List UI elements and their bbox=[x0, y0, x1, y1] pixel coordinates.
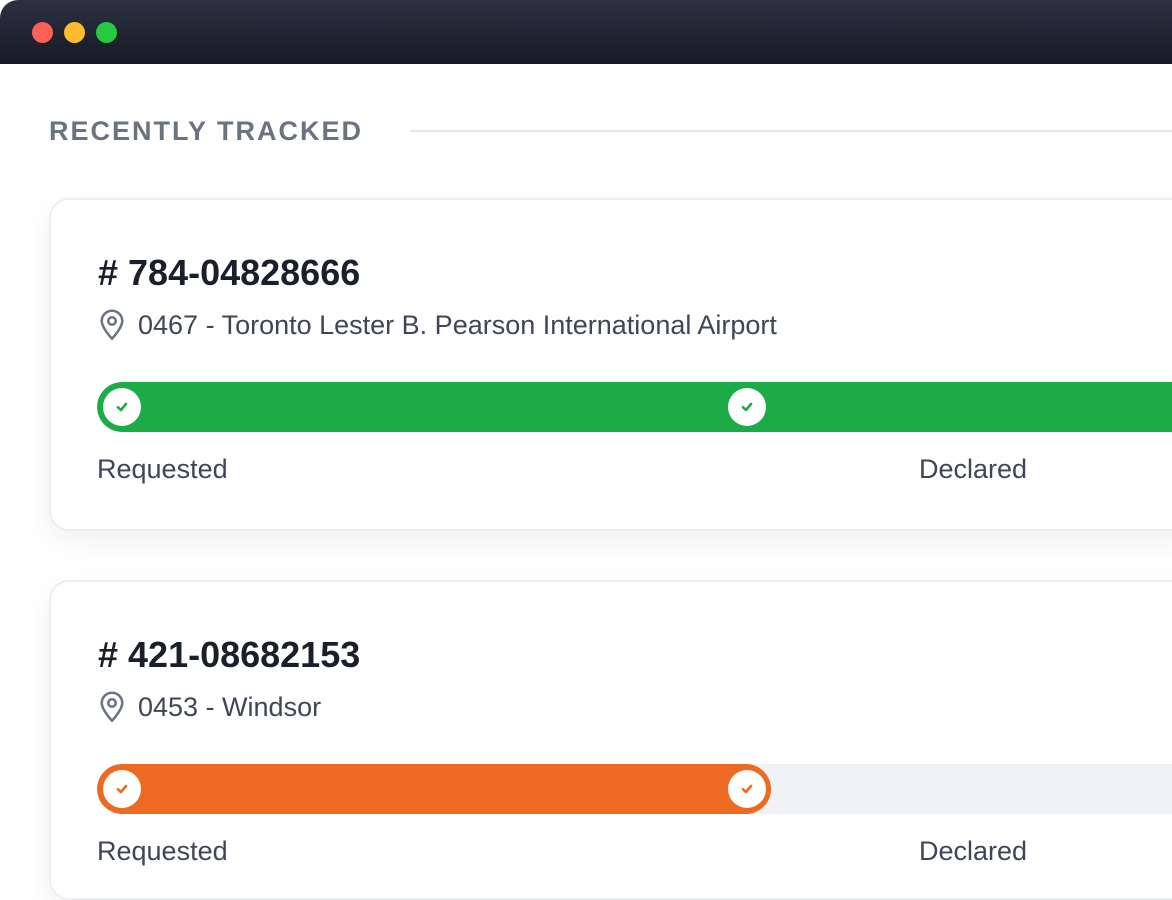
shipment-card[interactable]: # 784-04828666 0467 - Toronto Lester B. … bbox=[49, 198, 1172, 531]
progress-track bbox=[97, 764, 1172, 814]
window-titlebar bbox=[0, 0, 1172, 64]
progress-fill bbox=[97, 764, 771, 814]
shipment-card[interactable]: # 421-08682153 0453 - Windsor Requested … bbox=[49, 580, 1172, 900]
step-label-requested: Requested bbox=[97, 836, 228, 866]
section-title: RECENTLY TRACKED bbox=[49, 116, 364, 146]
tracking-number: # 784-04828666 bbox=[98, 252, 361, 293]
progress-track bbox=[97, 382, 1172, 432]
location-row: 0453 - Windsor bbox=[98, 690, 321, 724]
minimize-window-button[interactable] bbox=[64, 22, 85, 43]
progress-fill bbox=[97, 382, 1172, 432]
tracking-number: # 421-08682153 bbox=[98, 634, 361, 675]
step-requested-marker bbox=[103, 770, 141, 808]
location-text: 0453 - Windsor bbox=[138, 691, 322, 722]
check-icon bbox=[116, 784, 128, 794]
step-label-requested: Requested bbox=[97, 454, 228, 484]
section-divider bbox=[410, 130, 1172, 132]
step-label-declared: Declared bbox=[919, 454, 1028, 484]
step-declared-marker bbox=[728, 770, 766, 808]
location-pin-icon bbox=[100, 691, 124, 722]
maximize-window-button[interactable] bbox=[96, 22, 117, 43]
check-icon bbox=[741, 784, 753, 794]
location-row: 0467 - Toronto Lester B. Pearson Interna… bbox=[98, 308, 777, 342]
close-window-button[interactable] bbox=[32, 22, 53, 43]
check-icon bbox=[741, 402, 753, 412]
step-label-declared: Declared bbox=[919, 836, 1028, 866]
location-pin-icon bbox=[100, 309, 124, 340]
step-requested-marker bbox=[103, 388, 141, 426]
location-text: 0467 - Toronto Lester B. Pearson Interna… bbox=[138, 309, 777, 340]
step-declared-marker bbox=[728, 388, 766, 426]
check-icon bbox=[116, 402, 128, 412]
